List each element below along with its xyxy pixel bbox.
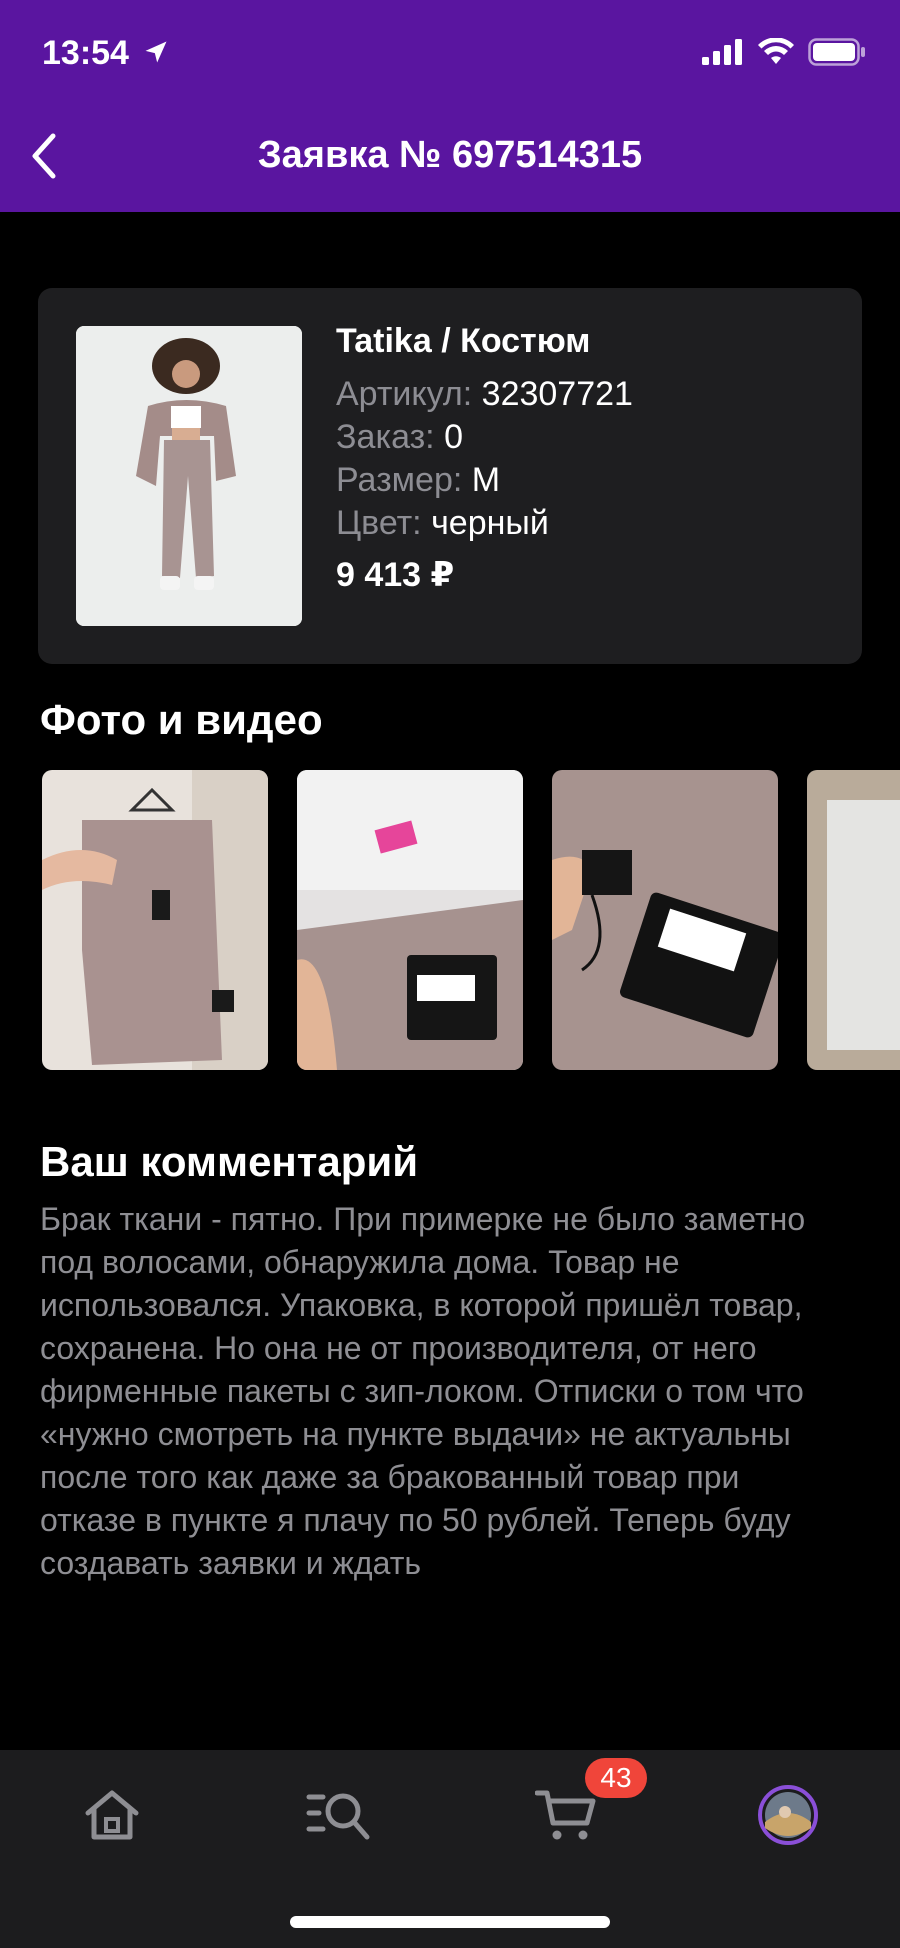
cart-icon bbox=[535, 1790, 596, 1840]
home-icon bbox=[85, 1790, 139, 1840]
tab-profile[interactable] bbox=[748, 1780, 828, 1850]
order-value: 0 bbox=[444, 418, 464, 456]
photo-package bbox=[807, 770, 900, 1070]
navigation-bar: Заявка № 697514315 bbox=[0, 100, 900, 212]
tab-home[interactable] bbox=[72, 1780, 152, 1850]
status-time-text: 13:54 bbox=[42, 34, 129, 72]
media-thumbnail[interactable] bbox=[552, 770, 778, 1070]
photo-jacket-hanger bbox=[42, 770, 268, 1070]
status-bar: 13:54 bbox=[0, 0, 900, 110]
photo-tag-closeup bbox=[552, 770, 778, 1070]
media-gallery[interactable] bbox=[42, 770, 900, 1070]
status-icons bbox=[702, 38, 866, 66]
home-indicator bbox=[290, 1916, 610, 1928]
size-label: Размер: bbox=[336, 461, 463, 499]
photo-label-tag bbox=[297, 770, 523, 1070]
battery-icon bbox=[808, 38, 865, 66]
media-thumbnail[interactable] bbox=[297, 770, 523, 1070]
tab-catalog[interactable] bbox=[300, 1780, 380, 1850]
color-row: Цвет: черный bbox=[336, 502, 633, 545]
product-image[interactable] bbox=[76, 326, 302, 626]
media-section-title: Фото и видео bbox=[40, 696, 323, 743]
article-value: 32307721 bbox=[481, 375, 633, 413]
product-price: 9 413 ₽ bbox=[336, 556, 455, 594]
cart-badge: 43 bbox=[585, 1758, 647, 1798]
status-time: 13:54 bbox=[42, 34, 170, 73]
media-thumbnail[interactable] bbox=[42, 770, 268, 1070]
media-thumbnail[interactable] bbox=[807, 770, 900, 1070]
color-value: черный bbox=[431, 504, 549, 542]
comment-text: Брак ткани - пятно. При примерке не было… bbox=[40, 1201, 806, 1581]
profile-avatar bbox=[758, 1785, 818, 1845]
color-label: Цвет: bbox=[336, 504, 422, 542]
order-row: Заказ: 0 bbox=[336, 416, 633, 459]
article-label: Артикул: bbox=[336, 375, 473, 413]
comment-section-title: Ваш комментарий bbox=[40, 1138, 419, 1185]
wifi-icon bbox=[758, 38, 794, 64]
order-label: Заказ: bbox=[336, 418, 435, 456]
location-arrow-icon bbox=[145, 41, 167, 63]
signal-icon bbox=[702, 39, 742, 65]
catalog-search-icon bbox=[306, 1793, 370, 1840]
product-name: Tatika / Костюм bbox=[336, 322, 591, 360]
page-title: Заявка № 697514315 bbox=[257, 134, 643, 176]
product-photo-illustration bbox=[76, 326, 302, 626]
article-row: Артикул: 32307721 bbox=[336, 373, 633, 416]
size-value: M bbox=[471, 461, 501, 499]
size-row: Размер: M bbox=[336, 459, 633, 502]
product-info: Tatika / Костюм Артикул: 32307721 Заказ:… bbox=[336, 322, 633, 595]
product-card[interactable]: Tatika / Костюм Артикул: 32307721 Заказ:… bbox=[38, 288, 862, 664]
